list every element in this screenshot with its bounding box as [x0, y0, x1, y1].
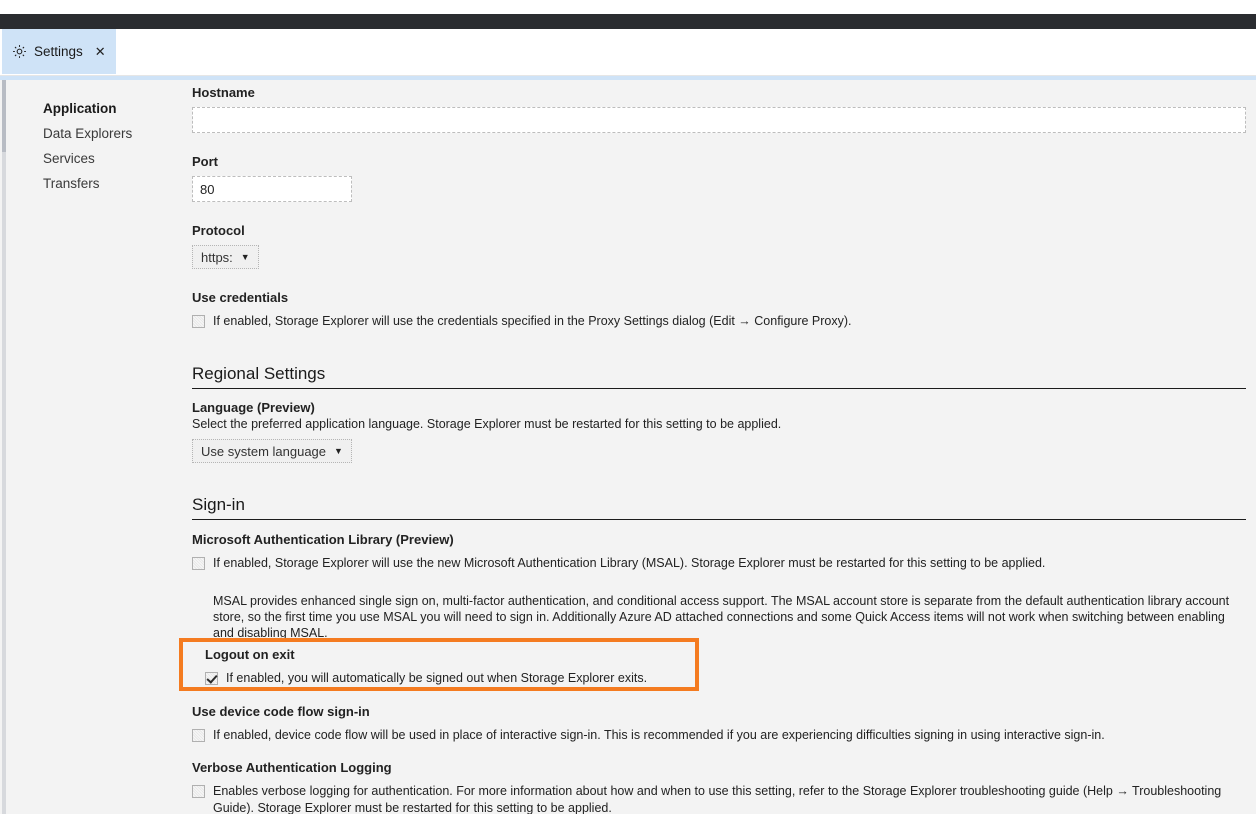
- port-label: Port: [192, 154, 218, 169]
- window-top-strip: [0, 0, 1256, 14]
- protocol-selected-value: https:: [201, 249, 233, 265]
- hostname-label: Hostname: [192, 85, 255, 100]
- device-code-flow-checkbox[interactable]: [192, 729, 205, 742]
- device-code-flow-row: If enabled, device code flow will be use…: [192, 727, 1105, 744]
- msal-row: If enabled, Storage Explorer will use th…: [192, 555, 1045, 572]
- logout-on-exit-label: Logout on exit: [205, 647, 295, 662]
- language-select[interactable]: Use system language ▼: [192, 439, 352, 463]
- verbose-logging-text: Enables verbose logging for authenticati…: [213, 784, 1222, 814]
- verbose-logging-row: Enables verbose logging for authenticati…: [192, 783, 1243, 814]
- settings-content: Hostname Port Protocol https: ▼ Use cred…: [180, 80, 1256, 814]
- protocol-group: Protocol https: ▼: [192, 223, 259, 269]
- hostname-group: Hostname: [192, 85, 1246, 133]
- protocol-select[interactable]: https: ▼: [192, 245, 259, 269]
- sidebar-item-label: Application: [43, 101, 117, 116]
- tab-label: Settings: [34, 44, 83, 59]
- settings-window: Settings ✕ Application Data Explorers Se…: [0, 0, 1256, 814]
- tab-strip: Settings ✕: [0, 29, 1256, 76]
- verbose-logging-label: Verbose Authentication Logging: [192, 760, 392, 775]
- logout-on-exit-checkbox[interactable]: [205, 672, 218, 685]
- use-credentials-text: If enabled, Storage Explorer will use th…: [213, 314, 852, 328]
- sidebar-item-transfers[interactable]: Transfers: [0, 171, 180, 196]
- signin-section: Sign-in: [192, 494, 1246, 520]
- regional-settings-heading: Regional Settings: [192, 363, 1246, 389]
- gear-icon: [12, 44, 27, 59]
- use-credentials-label: Use credentials: [192, 290, 289, 305]
- use-credentials-checkbox[interactable]: [192, 315, 205, 328]
- logout-on-exit-group: Logout on exit If enabled, you will auto…: [205, 647, 647, 687]
- sidebar-item-data-explorers[interactable]: Data Explorers: [0, 121, 180, 146]
- use-credentials-row: If enabled, Storage Explorer will use th…: [192, 313, 852, 330]
- chevron-down-icon: ▼: [240, 252, 250, 262]
- logout-on-exit-text: If enabled, you will automatically be si…: [226, 671, 648, 685]
- language-group: Language (Preview) Select the preferred …: [192, 400, 781, 463]
- msal-group: Microsoft Authentication Library (Previe…: [192, 532, 1045, 572]
- sidebar-item-application[interactable]: Application: [0, 96, 180, 121]
- language-label: Language (Preview): [192, 400, 315, 415]
- close-icon[interactable]: ✕: [95, 45, 106, 58]
- hostname-input[interactable]: [192, 107, 1246, 133]
- device-code-flow-label: Use device code flow sign-in: [192, 704, 370, 719]
- tab-settings[interactable]: Settings ✕: [2, 29, 116, 74]
- verbose-logging-group: Verbose Authentication Logging Enables v…: [192, 760, 1243, 814]
- port-input[interactable]: [192, 176, 352, 202]
- title-bar: [0, 14, 1256, 29]
- msal-paragraph: MSAL provides enhanced single sign on, m…: [213, 594, 1230, 640]
- verbose-logging-checkbox[interactable]: [192, 785, 205, 798]
- sidebar-item-label: Services: [43, 151, 95, 166]
- msal-checkbox[interactable]: [192, 557, 205, 570]
- msal-text: If enabled, Storage Explorer will use th…: [213, 556, 1046, 570]
- signin-heading: Sign-in: [192, 494, 1246, 520]
- logout-on-exit-row: If enabled, you will automatically be si…: [205, 670, 647, 687]
- regional-settings-section: Regional Settings: [192, 363, 1246, 389]
- port-group: Port: [192, 154, 352, 202]
- sidebar-item-services[interactable]: Services: [0, 146, 180, 171]
- msal-label: Microsoft Authentication Library (Previe…: [192, 532, 454, 547]
- language-description: Select the preferred application languag…: [192, 417, 782, 431]
- device-code-flow-group: Use device code flow sign-in If enabled,…: [192, 704, 1105, 744]
- sidebar-item-label: Data Explorers: [43, 126, 133, 141]
- chevron-down-icon: ▼: [334, 446, 343, 456]
- protocol-label: Protocol: [192, 223, 245, 238]
- msal-description: MSAL provides enhanced single sign on, m…: [213, 593, 1243, 641]
- sidebar-item-label: Transfers: [43, 176, 100, 191]
- settings-sidebar: Application Data Explorers Services Tran…: [0, 80, 180, 814]
- use-credentials-group: Use credentials If enabled, Storage Expl…: [192, 290, 852, 330]
- device-code-flow-text: If enabled, device code flow will be use…: [213, 728, 1105, 742]
- language-selected-value: Use system language: [201, 443, 327, 459]
